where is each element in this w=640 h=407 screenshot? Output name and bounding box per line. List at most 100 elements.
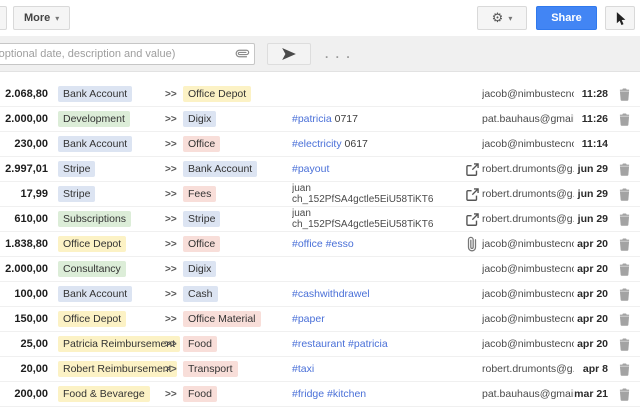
- delete-button[interactable]: [617, 111, 632, 128]
- external-link-icon[interactable]: [466, 163, 479, 176]
- hashtag-link[interactable]: #paper: [292, 313, 325, 325]
- amount-cell: 2.000,00: [0, 263, 48, 275]
- to-account-cell: Transport: [183, 361, 292, 377]
- to-account-badge[interactable]: Office: [183, 236, 220, 252]
- to-account-badge[interactable]: Bank Account: [183, 161, 257, 177]
- delete-button[interactable]: [617, 161, 632, 178]
- from-account-badge[interactable]: Bank Account: [58, 86, 132, 102]
- delete-button[interactable]: [617, 336, 632, 353]
- delete-button[interactable]: [617, 186, 632, 203]
- transaction-row[interactable]: 610,00 Subscriptions >> Stripe juanch_15…: [0, 207, 640, 232]
- from-account-badge[interactable]: Consultancy: [58, 261, 126, 277]
- share-button[interactable]: Share: [536, 6, 597, 30]
- to-account-badge[interactable]: Office: [183, 136, 220, 152]
- edge-button[interactable]: [0, 6, 7, 30]
- email-cell: jacob@nimbustecno...: [482, 88, 574, 100]
- email-cell: jacob@nimbustecno...: [482, 338, 574, 350]
- email-cell: jacob@nimbustecno...: [482, 288, 574, 300]
- delete-button[interactable]: [617, 86, 632, 103]
- transaction-row[interactable]: 1.838,80 Office Depot >> Office #office …: [0, 232, 640, 257]
- delete-button[interactable]: [617, 311, 632, 328]
- from-account-badge[interactable]: Office Depot: [58, 236, 126, 252]
- hashtag-link[interactable]: #esso: [326, 238, 354, 250]
- from-account-badge[interactable]: Subscriptions: [58, 211, 131, 227]
- to-account-badge[interactable]: Digix: [183, 261, 216, 277]
- hashtag-link[interactable]: #kitchen: [327, 388, 366, 400]
- time-cell: 11:14: [574, 138, 608, 150]
- to-account-cell: Food: [183, 336, 292, 352]
- hashtag-link[interactable]: #taxi: [292, 363, 314, 375]
- hashtag-link[interactable]: #payout: [292, 163, 329, 175]
- trash-cell: [608, 336, 640, 353]
- email-cell: pat.bauhaus@gmail...: [482, 388, 574, 400]
- transaction-row[interactable]: 150,00 Office Depot >> Office Material #…: [0, 307, 640, 332]
- attachment-cell: [462, 163, 482, 176]
- transaction-row[interactable]: 20,00 Robert Reimbursement >> Transport …: [0, 357, 640, 382]
- from-account-badge[interactable]: Bank Account: [58, 136, 132, 152]
- from-account-cell: Robert Reimbursement: [58, 361, 165, 377]
- to-account-cell: Office Depot: [183, 86, 292, 102]
- transaction-row[interactable]: 200,00 Food & Bevarege >> Food #fridge #…: [0, 382, 640, 407]
- transaction-row[interactable]: 2.068,80 Bank Account >> Office Depot ja…: [0, 82, 640, 107]
- transaction-row[interactable]: 17,99 Stripe >> Fees juanch_152PfSA4gctl…: [0, 182, 640, 207]
- amount-cell: 17,99: [0, 188, 48, 200]
- from-account-badge[interactable]: Robert Reimbursement: [58, 361, 177, 377]
- to-account-badge[interactable]: Office Material: [183, 311, 261, 327]
- more-button[interactable]: More ▾: [13, 6, 70, 30]
- from-account-badge[interactable]: Development: [58, 111, 130, 127]
- hashtag-link[interactable]: #electricity: [292, 138, 342, 150]
- delete-button[interactable]: [617, 236, 632, 253]
- amount-cell: 1.838,80: [0, 238, 48, 250]
- transaction-row[interactable]: 230,00 Bank Account >> Office #electrici…: [0, 132, 640, 157]
- amount-cell: 150,00: [0, 313, 48, 325]
- to-account-badge[interactable]: Cash: [183, 286, 218, 302]
- to-account-badge[interactable]: Fees: [183, 186, 216, 202]
- to-account-badge[interactable]: Transport: [183, 361, 238, 377]
- transfer-arrow: >>: [165, 214, 183, 225]
- paperclip-icon[interactable]: [462, 234, 482, 254]
- hashtag-link[interactable]: #cashwithdrawel: [292, 288, 370, 300]
- to-account-badge[interactable]: Office Depot: [183, 86, 251, 102]
- transaction-row[interactable]: 100,00 Bank Account >> Cash #cashwithdra…: [0, 282, 640, 307]
- amount-cell: 20,00: [0, 363, 48, 375]
- description-cell: #patricia 0717: [292, 113, 462, 125]
- entry-input[interactable]: [0, 43, 255, 65]
- external-link-icon[interactable]: [466, 213, 479, 226]
- settings-button[interactable]: ⚙ ▾: [477, 6, 527, 30]
- amount-cell: 2.000,00: [0, 113, 48, 125]
- description-cell: #office #esso: [292, 238, 462, 250]
- delete-button[interactable]: [617, 261, 632, 278]
- to-account-badge[interactable]: Food: [183, 336, 217, 352]
- from-account-badge[interactable]: Office Depot: [58, 311, 126, 327]
- from-account-badge[interactable]: Bank Account: [58, 286, 132, 302]
- transaction-row[interactable]: 2.000,00 Development >> Digix #patricia …: [0, 107, 640, 132]
- hashtag-link[interactable]: #office: [292, 238, 323, 250]
- to-account-cell: Bank Account: [183, 161, 292, 177]
- trash-icon: [619, 238, 630, 251]
- from-account-badge[interactable]: Stripe: [58, 186, 95, 202]
- delete-button[interactable]: [617, 211, 632, 228]
- attachment-cell: [462, 188, 482, 201]
- to-account-badge[interactable]: Digix: [183, 111, 216, 127]
- trash-icon: [619, 363, 630, 376]
- description-cell: juanch_152PfSA4gctle5EiU58TiKT6: [292, 208, 462, 230]
- from-account-badge[interactable]: Patricia Reimbursement: [58, 336, 180, 352]
- delete-button[interactable]: [617, 286, 632, 303]
- hashtag-link[interactable]: #fridge: [292, 388, 324, 400]
- transaction-row[interactable]: 2.000,00 Consultancy >> Digix jacob@nimb…: [0, 257, 640, 282]
- from-account-cell: Development: [58, 111, 165, 127]
- from-account-badge[interactable]: Stripe: [58, 161, 95, 177]
- transaction-row[interactable]: 2.997,01 Stripe >> Bank Account #payout …: [0, 157, 640, 182]
- more-options-ellipsis[interactable]: . . .: [325, 47, 352, 61]
- pointer-button[interactable]: [605, 6, 635, 30]
- hashtag-link[interactable]: #patricia: [292, 113, 332, 125]
- delete-button[interactable]: [617, 361, 632, 378]
- to-account-badge[interactable]: Stripe: [183, 211, 220, 227]
- hashtag-link[interactable]: #patricia: [348, 338, 388, 350]
- send-button[interactable]: [267, 43, 311, 65]
- attach-icon[interactable]: [236, 47, 249, 61]
- time-cell: jun 29: [574, 163, 608, 175]
- transaction-row[interactable]: 25,00 Patricia Reimbursement >> Food #re…: [0, 332, 640, 357]
- external-link-icon[interactable]: [466, 188, 479, 201]
- hashtag-link[interactable]: #restaurant: [292, 338, 345, 350]
